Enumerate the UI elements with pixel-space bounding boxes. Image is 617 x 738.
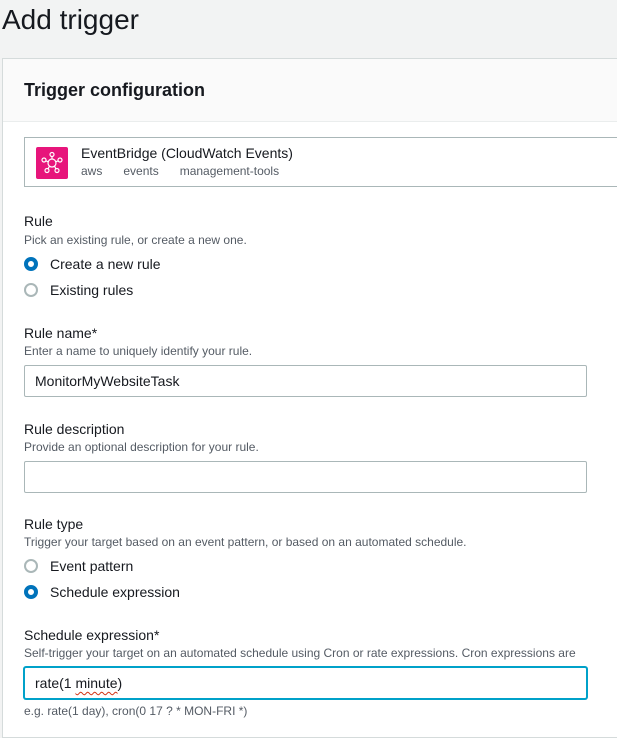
radio-label: Existing rules xyxy=(50,281,134,298)
service-tag: aws xyxy=(81,164,103,178)
eventbridge-icon xyxy=(36,147,68,179)
panel-header: Trigger configuration xyxy=(3,59,617,122)
service-selector[interactable]: EventBridge (CloudWatch Events) aws event… xyxy=(24,137,617,187)
spellcheck-word: minute xyxy=(75,675,118,691)
rule-name-description: Enter a name to uniquely identify your r… xyxy=(24,344,253,358)
schedule-expression-label: Schedule expression* xyxy=(24,627,160,643)
radio-label: Event pattern xyxy=(50,557,134,574)
radio-existing-rules[interactable]: Existing rules xyxy=(24,280,133,300)
rule-description-label: Rule description xyxy=(24,421,125,437)
schedule-expression-description: Self-trigger your target on an automated… xyxy=(24,646,576,660)
schedule-expression-hint: e.g. rate(1 day), cron(0 17 ? * MON-FRI … xyxy=(24,704,248,718)
service-name: EventBridge (CloudWatch Events) xyxy=(81,145,293,161)
rule-name-input[interactable] xyxy=(24,365,587,397)
radio-event-pattern[interactable]: Event pattern xyxy=(24,556,133,576)
service-tag: events xyxy=(123,164,159,178)
page-title: Add trigger xyxy=(2,4,139,35)
rule-label: Rule xyxy=(24,213,53,229)
rule-name-label: Rule name* xyxy=(24,325,98,341)
panel-title: Trigger configuration xyxy=(24,80,206,100)
rule-description-input[interactable] xyxy=(24,461,587,493)
rule-description-help: Provide an optional description for your… xyxy=(24,440,259,454)
input-text: rate(1 xyxy=(35,675,76,691)
radio-button-checked[interactable] xyxy=(24,585,38,599)
service-tag: management-tools xyxy=(179,164,280,178)
rule-type-label: Rule type xyxy=(24,516,84,532)
service-tags: aws events management-tools xyxy=(81,164,300,178)
radio-button[interactable] xyxy=(24,283,38,297)
schedule-expression-input[interactable]: rate(1 minute) xyxy=(24,667,587,699)
rule-type-description: Trigger your target based on an event pa… xyxy=(24,535,467,549)
radio-label: Schedule expression xyxy=(50,583,180,600)
radio-button[interactable] xyxy=(24,559,38,573)
radio-button-checked[interactable] xyxy=(24,257,38,271)
radio-create-new-rule[interactable]: Create a new rule xyxy=(24,254,161,274)
input-text: ) xyxy=(117,675,123,691)
radio-schedule-expression[interactable]: Schedule expression xyxy=(24,582,180,602)
rule-description-text: Pick an existing rule, or create a new o… xyxy=(24,233,247,247)
radio-label: Create a new rule xyxy=(50,255,161,272)
trigger-configuration-panel: Trigger configuration EventBridge (Cloud… xyxy=(2,58,617,738)
